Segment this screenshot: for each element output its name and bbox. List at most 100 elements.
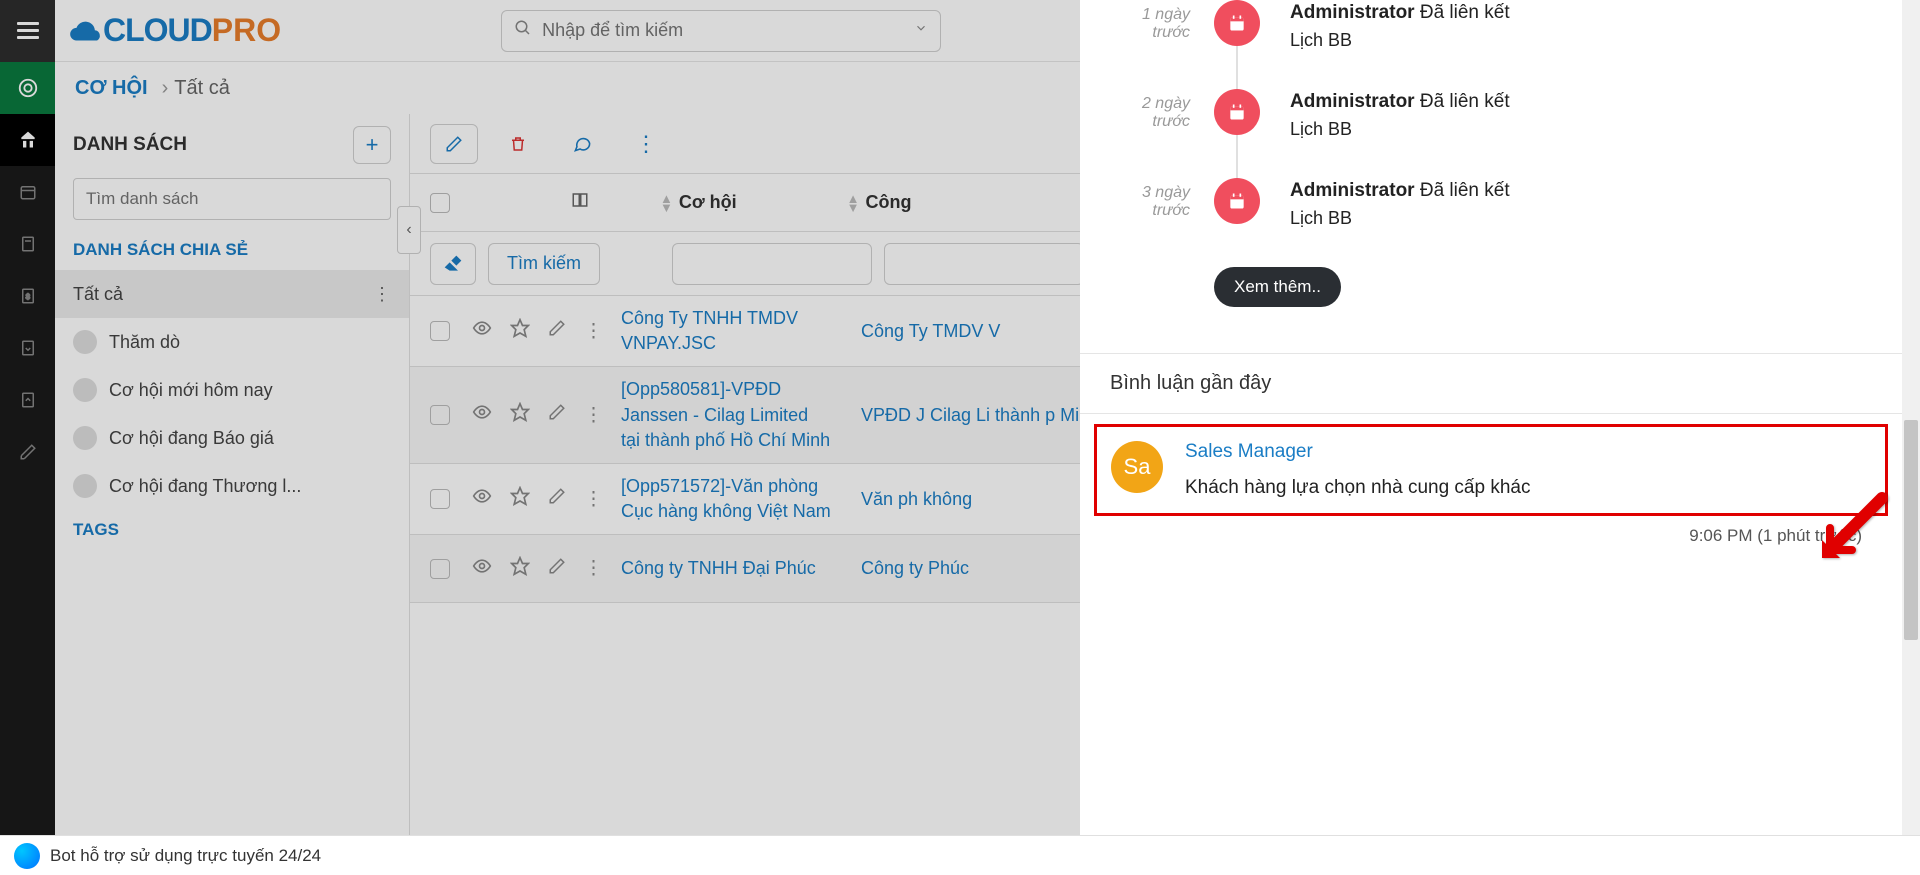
search-input[interactable] <box>542 20 914 41</box>
chat-bar[interactable]: Bot hỗ trợ sử dụng trực tuyến 24/24 <box>0 835 1920 875</box>
list-item[interactable]: Thăm dò <box>55 318 409 366</box>
pencil-icon[interactable] <box>548 319 566 343</box>
avatar-icon <box>73 378 97 402</box>
global-search[interactable] <box>501 10 941 52</box>
timeline-item: 3 ngày trước Administrator Đã liên kết L… <box>1120 178 1872 229</box>
list-item[interactable]: Cơ hội đang Báo giá <box>55 414 409 462</box>
collapse-sidebar-button[interactable]: ‹ <box>397 206 421 254</box>
avatar-icon <box>73 330 97 354</box>
calendar-icon <box>1214 178 1260 224</box>
calendar-icon <box>1214 0 1260 46</box>
opportunity-link[interactable]: [Opp580581]-VPĐD Janssen - Cilag Limited… <box>621 377 831 453</box>
sidebar-money-icon[interactable] <box>0 114 55 166</box>
star-icon[interactable] <box>510 486 530 512</box>
comment-text: Khách hàng lựa chọn nhà cung cấp khác <box>1185 477 1530 499</box>
pencil-icon[interactable] <box>548 487 566 511</box>
comment-author[interactable]: Sales Manager <box>1185 441 1530 463</box>
opportunity-link[interactable]: Công ty TNHH Đại Phúc <box>621 556 831 581</box>
recent-comment: Sa Sales Manager Khách hàng lựa chọn nhà… <box>1094 424 1888 516</box>
tags-header: TAGS <box>55 510 409 550</box>
row-more-icon[interactable]: ⋮ <box>584 488 603 511</box>
list-search[interactable] <box>73 178 391 220</box>
comments-header: Bình luận gần đây <box>1080 353 1902 414</box>
opportunity-link[interactable]: [Opp571572]-Văn phòng Cục hàng không Việ… <box>621 474 831 524</box>
list-panel: DANH SÁCH + DANH SÁCH CHIA SẺ Tất cả ⋮ T… <box>55 114 410 835</box>
pencil-icon[interactable] <box>548 557 566 581</box>
sidebar-download-icon[interactable] <box>0 322 55 374</box>
see-more-button[interactable]: Xem thêm.. <box>1214 267 1341 307</box>
hamburger-menu[interactable] <box>0 0 55 62</box>
company-link[interactable]: Văn ph không <box>861 487 972 512</box>
edit-button[interactable] <box>430 124 478 164</box>
pencil-icon[interactable] <box>548 403 566 427</box>
star-icon[interactable] <box>510 402 530 428</box>
avatar-icon <box>73 474 97 498</box>
scrollbar-thumb[interactable] <box>1904 420 1918 640</box>
shared-list-header: DANH SÁCH CHIA SẺ <box>55 234 409 270</box>
comment-avatar: Sa <box>1111 441 1163 493</box>
timeline-item: 1 ngày trước Administrator Đã liên kết L… <box>1120 0 1872 51</box>
list-search-input[interactable] <box>86 189 378 209</box>
icon-sidebar: $ <box>0 62 55 875</box>
chevron-down-icon[interactable] <box>914 21 928 40</box>
search-button[interactable]: Tìm kiếm <box>488 243 600 285</box>
row-checkbox[interactable] <box>430 559 450 579</box>
sidebar-edit-icon[interactable] <box>0 426 55 478</box>
eye-icon[interactable] <box>472 402 492 428</box>
star-icon[interactable] <box>510 318 530 344</box>
company-link[interactable]: Công ty Phúc <box>861 556 969 581</box>
comment-time: 9:06 PM (1 phút trước) <box>1080 516 1902 556</box>
list-item-all[interactable]: Tất cả ⋮ <box>55 270 409 318</box>
detail-panel: 1 ngày trước Administrator Đã liên kết L… <box>1080 0 1902 835</box>
breadcrumb-main[interactable]: CƠ HỘI <box>75 77 148 100</box>
svg-text:$: $ <box>25 292 30 301</box>
timeline-item: 2 ngày trước Administrator Đã liên kết L… <box>1120 89 1872 140</box>
messenger-icon <box>14 843 40 869</box>
sidebar-calendar-icon[interactable] <box>0 166 55 218</box>
chat-label: Bot hỗ trợ sử dụng trực tuyến 24/24 <box>50 846 321 866</box>
select-all-checkbox[interactable] <box>430 193 450 213</box>
sidebar-upload-icon[interactable] <box>0 374 55 426</box>
column-opportunity[interactable]: ▲▼Cơ hội <box>660 192 737 213</box>
row-more-icon[interactable]: ⋮ <box>584 404 603 427</box>
star-icon[interactable] <box>510 556 530 582</box>
add-list-button[interactable]: + <box>353 126 391 164</box>
list-item[interactable]: Cơ hội mới hôm nay <box>55 366 409 414</box>
sidebar-invoice-icon[interactable]: $ <box>0 270 55 322</box>
eye-icon[interactable] <box>472 486 492 512</box>
sidebar-target-icon[interactable] <box>0 62 55 114</box>
opportunity-link[interactable]: Công Ty TNHH TMDV VNPAY.JSC <box>621 306 831 356</box>
activity-timeline: 1 ngày trước Administrator Đã liên kết L… <box>1080 0 1902 307</box>
delete-button[interactable] <box>494 124 542 164</box>
calendar-icon <box>1214 89 1260 135</box>
more-icon[interactable]: ⋮ <box>373 284 391 305</box>
row-checkbox[interactable] <box>430 489 450 509</box>
breadcrumb-sub: Tất cả <box>174 77 230 100</box>
timeline-time: 2 ngày trước <box>1120 89 1190 131</box>
filter-field-1[interactable] <box>672 243 872 285</box>
column-company[interactable]: ▲▼Công <box>847 192 912 213</box>
eye-icon[interactable] <box>472 318 492 344</box>
clear-filter-button[interactable] <box>430 243 476 285</box>
avatar-icon <box>73 426 97 450</box>
timeline-time: 1 ngày trước <box>1120 0 1190 42</box>
company-link[interactable]: VPĐD J Cilag Li thành p Minh <box>861 403 1099 428</box>
annotation-arrow <box>1812 488 1892 573</box>
row-more-icon[interactable]: ⋮ <box>584 557 603 580</box>
company-link[interactable]: Công Ty TMDV V <box>861 319 1000 344</box>
list-panel-title: DANH SÁCH <box>73 134 187 156</box>
row-more-icon[interactable]: ⋮ <box>584 320 603 343</box>
scrollbar[interactable] <box>1902 0 1920 835</box>
row-checkbox[interactable] <box>430 405 450 425</box>
columns-icon[interactable] <box>570 191 590 214</box>
search-icon <box>514 19 532 42</box>
timeline-time: 3 ngày trước <box>1120 178 1190 220</box>
comment-button[interactable] <box>558 124 606 164</box>
filter-field-2[interactable] <box>884 243 1084 285</box>
sidebar-quote-icon[interactable] <box>0 218 55 270</box>
row-checkbox[interactable] <box>430 321 450 341</box>
more-actions-button[interactable]: ⋮ <box>622 124 670 164</box>
eye-icon[interactable] <box>472 556 492 582</box>
logo[interactable]: CLOUDPRO <box>67 12 281 50</box>
list-item[interactable]: Cơ hội đang Thương l... <box>55 462 409 510</box>
